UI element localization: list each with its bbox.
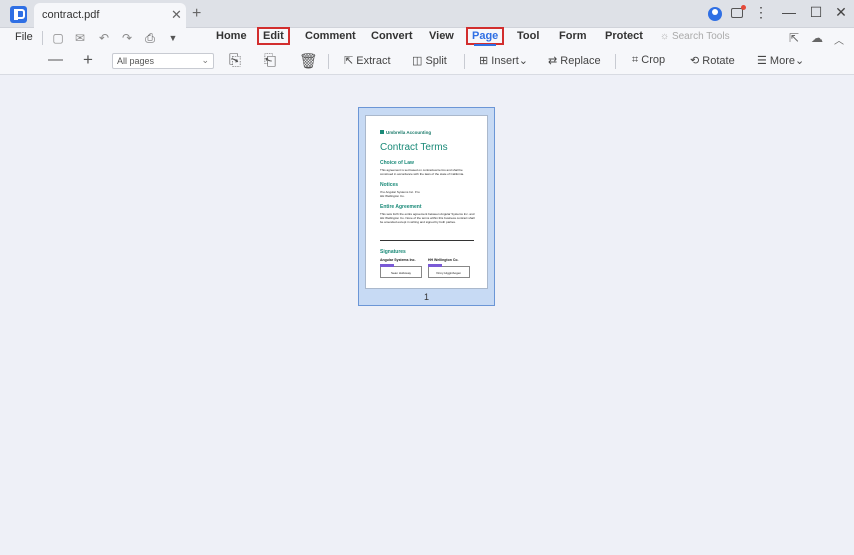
section-body: If to Angular Systems Inc. If to HH Well… bbox=[380, 190, 420, 198]
minimize-button[interactable]: — bbox=[780, 4, 798, 20]
cloud-upload-icon[interactable]: ☁ bbox=[811, 31, 823, 45]
menu-edit[interactable]: Edit bbox=[257, 27, 290, 45]
replace-button[interactable]: ⇄ Replace bbox=[548, 54, 601, 67]
notification-icon[interactable] bbox=[731, 5, 746, 18]
page-toolbar: — + All pages ⌄ ⎘ ⎗ 🗑 ⇱ Extract ◫ Split … bbox=[0, 48, 854, 75]
divider-line bbox=[380, 240, 474, 241]
rotate-label: Rotate bbox=[702, 55, 735, 67]
undo-icon[interactable]: ↶ bbox=[97, 31, 111, 45]
customize-dropdown-icon[interactable]: ▼ bbox=[166, 33, 180, 43]
split-icon: ◫ bbox=[412, 55, 426, 67]
document-tab[interactable]: contract.pdf ✕ bbox=[34, 3, 186, 28]
section-heading: Entire Agreement bbox=[380, 204, 422, 210]
replace-label: Replace bbox=[560, 55, 601, 67]
extract-label: Extract bbox=[356, 55, 391, 67]
crop-icon: ⌗ bbox=[632, 54, 642, 66]
more-label: More bbox=[769, 55, 795, 67]
insert-page-after-icon[interactable]: ⎗ bbox=[264, 52, 276, 69]
extract-button[interactable]: ⇱ Extract bbox=[344, 54, 391, 67]
lightbulb-icon: ☼ bbox=[660, 31, 672, 42]
signer-company: HH Wellington Co. bbox=[428, 258, 459, 262]
share-icon[interactable]: ⇱ bbox=[789, 31, 799, 45]
signer-name: Vinny Higginbogen bbox=[436, 271, 462, 275]
menu-page[interactable]: Page bbox=[466, 27, 505, 45]
close-window-button[interactable]: ✕ bbox=[832, 4, 850, 21]
section-body: This sets forth the entire agreement bet… bbox=[380, 212, 475, 224]
extract-icon: ⇱ bbox=[344, 55, 357, 67]
zoom-in-icon[interactable]: + bbox=[83, 50, 93, 70]
zoom-out-icon[interactable]: — bbox=[48, 51, 63, 68]
signer-name: Sean Holloway bbox=[391, 271, 412, 275]
section-heading: Notices bbox=[380, 182, 399, 188]
menu-comment[interactable]: Comment bbox=[305, 30, 356, 42]
tab-close-icon[interactable]: ✕ bbox=[171, 7, 182, 23]
split-label: Split bbox=[425, 55, 447, 67]
signature-tag bbox=[380, 264, 394, 267]
menu-form[interactable]: Form bbox=[559, 30, 587, 42]
page-number: 1 bbox=[423, 292, 429, 302]
menu-page-label: Page bbox=[472, 30, 499, 42]
page-range-select[interactable]: All pages ⌄ bbox=[112, 53, 214, 69]
save-icon[interactable]: ▢ bbox=[51, 31, 65, 45]
menu-view[interactable]: View bbox=[429, 30, 454, 42]
new-tab-button[interactable]: + bbox=[192, 5, 201, 23]
insert-button[interactable]: ⊞ Insert⌄ bbox=[479, 54, 528, 67]
insert-icon: ⊞ bbox=[479, 55, 492, 67]
chevron-down-icon: ⌄ bbox=[518, 55, 529, 67]
section-heading: Choice of Law bbox=[380, 160, 414, 166]
tab-title: contract.pdf bbox=[42, 9, 100, 21]
divider bbox=[615, 54, 616, 69]
delete-page-icon[interactable]: 🗑 bbox=[299, 52, 318, 70]
kebab-menu-icon[interactable]: ⋮ bbox=[752, 4, 770, 21]
signatures-heading: Signatures bbox=[380, 249, 406, 255]
signer-company: Angular Systems Inc. bbox=[380, 258, 416, 262]
more-button[interactable]: ☰ More⌄ bbox=[757, 54, 804, 67]
document-brand: Umbrella Accounting bbox=[380, 130, 431, 135]
menu-protect[interactable]: Protect bbox=[605, 30, 643, 42]
crop-label: Crop bbox=[641, 54, 666, 66]
file-menu[interactable]: File bbox=[15, 31, 33, 43]
signature-tag bbox=[428, 264, 442, 267]
insert-label: Insert bbox=[491, 55, 519, 67]
crop-button[interactable]: ⌗ Crop bbox=[632, 54, 665, 67]
split-button[interactable]: ◫ Split bbox=[412, 54, 447, 67]
rotate-icon: ⟲ bbox=[690, 55, 703, 67]
email-icon[interactable]: ✉ bbox=[73, 31, 87, 45]
more-icon: ☰ bbox=[757, 55, 770, 67]
menu-home[interactable]: Home bbox=[216, 30, 247, 42]
page-range-value: All pages bbox=[117, 56, 155, 66]
document-title: Contract Terms bbox=[380, 142, 448, 153]
maximize-button[interactable]: ☐ bbox=[807, 4, 825, 21]
insert-page-before-icon[interactable]: ⎘ bbox=[229, 52, 241, 69]
replace-icon: ⇄ bbox=[548, 55, 561, 67]
search-tools-input[interactable]: ☼ Search Tools bbox=[660, 31, 730, 42]
divider bbox=[328, 54, 329, 69]
divider bbox=[464, 54, 465, 69]
app-logo-icon bbox=[10, 6, 27, 23]
divider bbox=[42, 31, 43, 45]
search-tools-placeholder: Search Tools bbox=[671, 31, 730, 42]
print-icon[interactable]: ⎙ bbox=[143, 31, 157, 46]
chevron-down-icon: ⌄ bbox=[794, 55, 805, 67]
menu-bar: File ▢ ✉ ↶ ↷ ⎙ ▼ Home Edit Comment Conve… bbox=[0, 27, 854, 48]
chevron-down-icon: ⌄ bbox=[201, 55, 209, 65]
active-tab-indicator bbox=[474, 44, 496, 46]
pdf-page: Umbrella Accounting Contract Terms Choic… bbox=[365, 115, 488, 289]
menu-convert[interactable]: Convert bbox=[371, 30, 413, 42]
rotate-button[interactable]: ⟲ Rotate bbox=[690, 54, 735, 67]
title-bar: contract.pdf ✕ + ⋮ — ☐ ✕ bbox=[0, 0, 854, 28]
page-thumbnail[interactable]: Umbrella Accounting Contract Terms Choic… bbox=[358, 107, 495, 306]
collapse-icon[interactable]: ︿ bbox=[834, 32, 844, 47]
user-avatar-icon[interactable] bbox=[708, 7, 722, 21]
section-body: This agreement is set based on contractu… bbox=[380, 168, 465, 176]
redo-icon[interactable]: ↷ bbox=[120, 31, 134, 45]
menu-tool[interactable]: Tool bbox=[517, 30, 539, 42]
